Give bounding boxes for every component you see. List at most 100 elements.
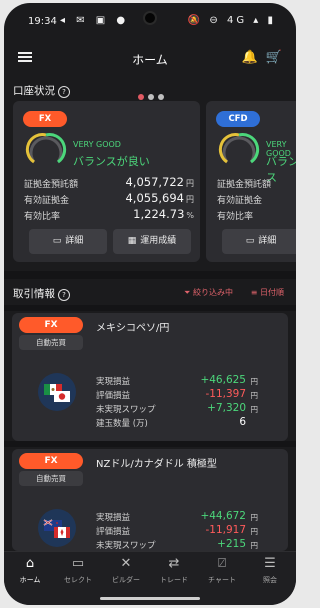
unrealized-pl-unit: 円 bbox=[250, 391, 259, 400]
deposit-label: 証拠金預託額 bbox=[24, 180, 79, 190]
deposit-row: 証拠金預託額 4,057,722 円 bbox=[24, 175, 194, 190]
realized-pl-unit-2: 円 bbox=[250, 513, 259, 522]
trade-fx-badge: FX bbox=[19, 317, 83, 333]
cfd-balance-gauge-icon bbox=[218, 133, 260, 164]
position-qty-label: 建玉数量 (万) bbox=[96, 419, 148, 429]
realized-pl-label-2: 実現損益 bbox=[96, 513, 131, 523]
cfd-margin-row: 有効証拠金 bbox=[217, 193, 296, 206]
fx-account-card[interactable]: FX VERY GOOD バランスが良い 証拠金預託額 4,057,722 円 有… bbox=[13, 101, 200, 262]
cart-icon[interactable]: 🛒 bbox=[266, 50, 282, 65]
currency-pair-name: メキシコペソ/円 bbox=[96, 323, 170, 334]
chart-icon: ⍁ bbox=[218, 556, 226, 571]
filter-label: 絞り込み中 bbox=[192, 288, 233, 297]
tab-select-label: セレクト bbox=[64, 576, 92, 584]
trade-section-header: 取引情報? ⏷ 絞り込み中 ≡ 日付順 bbox=[4, 287, 296, 301]
cfd-margin-label: 有効証拠金 bbox=[217, 196, 263, 206]
realized-pl-label: 実現損益 bbox=[96, 377, 131, 387]
balance-status: バランスが良い bbox=[73, 155, 150, 168]
tab-trade-label: トレード bbox=[160, 576, 188, 584]
trade-card-mxn-jpy[interactable]: FX 自動売買 メキシコペソ/円 実現損益 +46,625 円 評価損益 -11… bbox=[12, 313, 288, 441]
tab-home[interactable]: ⌂ ホーム bbox=[6, 556, 54, 585]
cfd-ratio-label: 有効比率 bbox=[217, 212, 254, 222]
realized-pl-row-2: 実現損益 +44,672 円 bbox=[96, 510, 266, 523]
deposit-value-group: 4,057,722 円 bbox=[125, 175, 194, 189]
wallet-icon: ▭ bbox=[52, 236, 62, 246]
calendar-icon: ▦ bbox=[127, 236, 137, 246]
effective-ratio-row: 有効比率 1,224.73% bbox=[24, 207, 194, 222]
detail-button[interactable]: ▭ 詳細 bbox=[29, 229, 107, 254]
swap-value-2: +215 bbox=[217, 538, 246, 550]
swap-unit-2: 円 bbox=[250, 541, 259, 550]
cfd-badge: CFD bbox=[216, 111, 260, 127]
flag-graphic-2 bbox=[43, 519, 70, 538]
tab-builder[interactable]: ✕ ビルダー bbox=[102, 556, 150, 585]
realized-pl-row: 実現損益 +46,625 円 bbox=[96, 374, 266, 387]
camera-cutout bbox=[143, 11, 157, 25]
filter-button[interactable]: ⏷ 絞り込み中 bbox=[184, 287, 233, 298]
tab-inquiry[interactable]: ☰ 照会 bbox=[246, 556, 294, 585]
effective-ratio-value-group: 1,224.73% bbox=[133, 207, 194, 221]
tab-select[interactable]: ▭ セレクト bbox=[54, 556, 102, 585]
cfd-detail-button-label: 詳細 bbox=[258, 236, 277, 246]
select-icon: ▭ bbox=[71, 556, 85, 571]
account-title-text: 口座状況 bbox=[13, 85, 55, 97]
deposit-unit: 円 bbox=[186, 179, 194, 188]
tab-builder-label: ビルダー bbox=[112, 576, 140, 584]
trade-card-nzd-cad[interactable]: FX 自動売買 NZドル/カナダドル 積極型 実現損益 +44,672 円 評価… bbox=[12, 449, 288, 551]
cfd-detail-button[interactable]: ▭ 詳細 bbox=[222, 229, 296, 254]
network-label: 4G bbox=[226, 15, 248, 26]
phone-screen: 19:34 ◂ ✉ ▣ ● 🔕 ⊖ 4G ▴ ▮ ホーム 🔔 🛒 口座状況? F… bbox=[4, 3, 296, 605]
list-icon: ☰ bbox=[264, 556, 276, 571]
home-icon: ⌂ bbox=[25, 556, 35, 571]
app-header: ホーム 🔔 🛒 bbox=[4, 41, 296, 77]
sort-icon: ≡ bbox=[250, 288, 260, 297]
cfd-deposit-label: 証拠金預託額 bbox=[217, 180, 272, 190]
realized-pl-value: +46,625 bbox=[200, 374, 246, 386]
status-time: 19:34 bbox=[28, 16, 57, 27]
cfd-ratio-row: 有効比率 bbox=[217, 209, 296, 222]
performance-button[interactable]: ▦ 運用成績 bbox=[113, 229, 191, 254]
cfd-account-card[interactable]: CFD VERY GOOD バランス 証拠金預託額 有効証拠金 有効比率 ▭ 詳細 bbox=[206, 101, 296, 262]
tab-inquiry-label: 照会 bbox=[263, 576, 277, 584]
unrealized-pl-label: 評価損益 bbox=[96, 391, 131, 401]
effective-margin-value: 4,055,694 bbox=[125, 191, 184, 205]
section-divider-3 bbox=[4, 441, 296, 447]
cfd-deposit-row: 証拠金預託額 bbox=[217, 177, 296, 190]
effective-ratio-label: 有効比率 bbox=[24, 212, 61, 222]
section-divider-2 bbox=[4, 305, 296, 311]
effective-margin-row: 有効証拠金 4,055,694 円 bbox=[24, 191, 194, 206]
tab-trade[interactable]: ⇄ トレード bbox=[150, 556, 198, 585]
trade-fx-badge-2: FX bbox=[19, 453, 83, 469]
tools-icon: ✕ bbox=[120, 556, 132, 571]
trade-section-title: 取引情報? bbox=[13, 286, 70, 301]
sort-label: 日付順 bbox=[260, 288, 284, 297]
realized-pl-value-2: +44,672 bbox=[200, 510, 246, 522]
help-icon[interactable]: ? bbox=[58, 86, 70, 98]
rating-label: VERY GOOD bbox=[73, 140, 121, 149]
gesture-bar[interactable] bbox=[100, 597, 200, 600]
swap-label: 未実現スワップ bbox=[96, 405, 156, 415]
trade-help-icon[interactable]: ? bbox=[58, 289, 70, 301]
carousel-dot-2[interactable] bbox=[148, 94, 154, 100]
tab-chart[interactable]: ⍁ チャート bbox=[198, 556, 246, 585]
cfd-wallet-icon: ▭ bbox=[245, 236, 255, 246]
status-left-icons: ◂ ✉ ▣ ● bbox=[60, 15, 130, 26]
carousel-dot-1[interactable] bbox=[138, 94, 144, 100]
unrealized-pl-unit-2: 円 bbox=[250, 527, 259, 536]
carousel-dot-3[interactable] bbox=[158, 94, 164, 100]
unrealized-pl-label-2: 評価損益 bbox=[96, 527, 131, 537]
sort-button[interactable]: ≡ 日付順 bbox=[251, 287, 284, 298]
unrealized-pl-value-2: -11,917 bbox=[205, 524, 246, 536]
bell-icon[interactable]: 🔔 bbox=[242, 50, 258, 65]
effective-margin-value-group: 4,055,694 円 bbox=[125, 191, 194, 205]
section-divider bbox=[4, 271, 296, 279]
currency-pair-name-2: NZドル/カナダドル 積極型 bbox=[96, 459, 217, 470]
unrealized-pl-value: -11,397 bbox=[205, 388, 246, 400]
flag-graphic bbox=[44, 384, 70, 402]
trade-icon: ⇄ bbox=[168, 556, 180, 571]
tab-home-label: ホーム bbox=[19, 576, 41, 584]
auto-trade-badge-2: 自動売買 bbox=[19, 471, 83, 486]
auto-trade-badge: 自動売買 bbox=[19, 335, 83, 350]
tab-chart-label: チャート bbox=[208, 576, 236, 584]
swap-unit: 円 bbox=[250, 405, 259, 414]
